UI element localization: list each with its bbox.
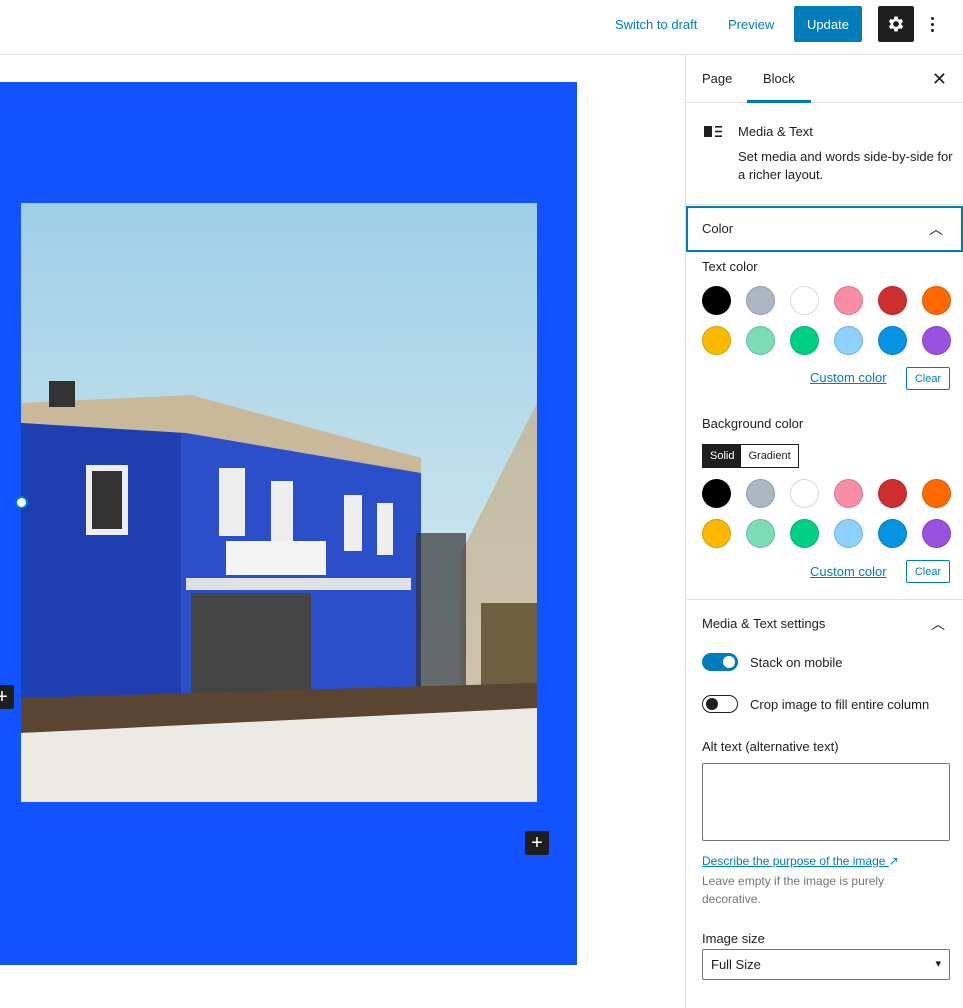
block-title: Media & Text xyxy=(738,124,813,139)
text-color-swatch[interactable] xyxy=(790,326,819,355)
alt-text-label: Alt text (alternative text) xyxy=(702,739,839,754)
background-color-swatch[interactable] xyxy=(834,479,863,508)
background-color-swatch[interactable] xyxy=(746,479,775,508)
background-color-swatch[interactable] xyxy=(878,519,907,548)
text-color-swatch[interactable] xyxy=(878,326,907,355)
text-color-label: Text color xyxy=(702,259,758,274)
text-color-swatch[interactable] xyxy=(702,286,731,315)
text-color-swatch[interactable] xyxy=(922,286,951,315)
alt-text-help: Leave empty if the image is purely decor… xyxy=(702,874,885,906)
background-color-swatch[interactable] xyxy=(790,479,819,508)
inserter-button[interactable]: + xyxy=(525,831,549,855)
stack-on-mobile-toggle[interactable] xyxy=(702,653,738,671)
text-color-swatch[interactable] xyxy=(834,286,863,315)
plus-icon: + xyxy=(531,832,543,854)
update-button[interactable]: Update xyxy=(794,6,862,42)
block-image[interactable] xyxy=(21,203,537,802)
text-custom-color-button[interactable]: Custom color xyxy=(810,370,887,385)
settings-panel-title: Media & Text settings xyxy=(702,616,826,631)
background-type-toggle: Solid Gradient xyxy=(702,444,799,468)
background-color-swatch[interactable] xyxy=(702,519,731,548)
bg-color-clear-button[interactable]: Clear xyxy=(906,560,950,583)
text-color-swatch[interactable] xyxy=(746,286,775,315)
text-color-swatch[interactable] xyxy=(922,326,951,355)
crop-image-label: Crop image to fill entire column xyxy=(750,697,930,712)
describe-image-link[interactable]: Describe the purpose of the image ↗ xyxy=(702,854,899,868)
background-color-swatch[interactable] xyxy=(834,519,863,548)
editor-header: Switch to draft Preview Update xyxy=(0,0,963,55)
background-color-swatch[interactable] xyxy=(922,479,951,508)
text-color-swatch[interactable] xyxy=(790,286,819,315)
resize-handle[interactable] xyxy=(15,496,28,509)
chevron-up-icon: ︿ xyxy=(931,616,945,632)
sidebar-tabs: Page Block ✕ xyxy=(686,55,963,103)
block-description: Set media and words side-by-side for a r… xyxy=(738,149,953,182)
background-color-swatch[interactable] xyxy=(878,479,907,508)
image-size-select[interactable]: Full Size ▾ xyxy=(702,949,950,980)
background-color-label: Background color xyxy=(702,416,804,431)
gear-icon xyxy=(888,16,904,32)
image-size-label: Image size xyxy=(702,931,765,946)
text-color-swatch[interactable] xyxy=(746,326,775,355)
bg-custom-color-button[interactable]: Custom color xyxy=(810,564,887,579)
text-color-swatch[interactable] xyxy=(702,326,731,355)
solid-option[interactable]: Solid xyxy=(703,445,742,467)
background-color-swatch[interactable] xyxy=(922,519,951,548)
tab-page[interactable]: Page xyxy=(686,55,748,103)
inserter-button-left[interactable]: + xyxy=(0,685,14,709)
settings-sidebar: Page Block ✕ Media & Text Set media and … xyxy=(685,55,963,1008)
text-color-swatch[interactable] xyxy=(878,286,907,315)
chevron-up-icon: ︿ xyxy=(929,221,943,237)
crop-image-toggle[interactable] xyxy=(702,695,738,713)
alt-text-input[interactable] xyxy=(702,763,950,841)
media-text-block[interactable]: + + xyxy=(0,82,577,965)
switch-to-draft-button[interactable]: Switch to draft xyxy=(615,17,697,32)
text-color-clear-button[interactable]: Clear xyxy=(906,367,950,390)
background-color-swatch[interactable] xyxy=(790,519,819,548)
close-sidebar-button[interactable]: ✕ xyxy=(932,69,947,90)
background-color-swatch[interactable] xyxy=(702,479,731,508)
plus-icon: + xyxy=(0,686,8,708)
gradient-option[interactable]: Gradient xyxy=(741,445,797,467)
external-link-icon: ↗ xyxy=(888,854,899,868)
stack-on-mobile-label: Stack on mobile xyxy=(750,655,843,670)
preview-button[interactable]: Preview xyxy=(728,17,774,32)
editor-canvas: + + xyxy=(0,55,685,1008)
block-card: Media & Text Set media and words side-by… xyxy=(686,103,963,205)
close-icon: ✕ xyxy=(931,69,947,89)
divider xyxy=(686,599,963,600)
tab-block[interactable]: Block xyxy=(747,55,811,103)
chevron-down-icon: ▾ xyxy=(935,958,941,970)
image-size-value: Full Size xyxy=(711,957,761,972)
more-options-button[interactable] xyxy=(924,12,940,36)
media-text-icon xyxy=(704,126,722,137)
background-color-swatch[interactable] xyxy=(746,519,775,548)
color-panel-title: Color xyxy=(702,221,734,236)
text-color-swatch[interactable] xyxy=(834,326,863,355)
describe-image-link-text: Describe the purpose of the image xyxy=(702,854,886,868)
media-text-settings-toggle[interactable]: Media & Text settings ︿ xyxy=(686,601,963,647)
color-panel-toggle[interactable]: Color ︿ xyxy=(686,206,963,252)
building-photo xyxy=(21,203,537,802)
settings-button[interactable] xyxy=(878,6,914,42)
